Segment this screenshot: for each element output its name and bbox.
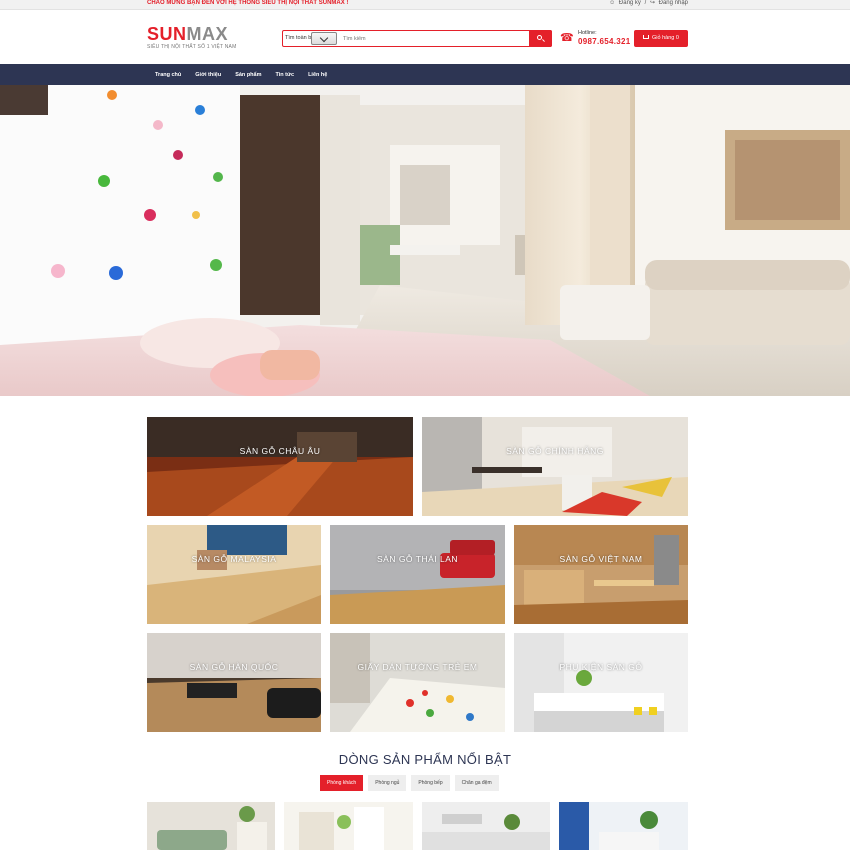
login-icon: ↪ xyxy=(649,0,655,6)
auth-links: ☺ Đăng ký / ↪ Đăng nhập xyxy=(607,0,688,7)
tab-bedding[interactable]: Chăn ga đệm xyxy=(454,775,499,791)
category-image-accessories xyxy=(514,633,688,732)
category-tile-accessories[interactable]: PHỤ KIỆN SÀN GỖ xyxy=(514,633,688,732)
phone-icon: ☎ xyxy=(560,32,574,44)
search-input[interactable] xyxy=(341,31,526,46)
tab-bedroom[interactable]: Phòng ngủ xyxy=(368,775,407,791)
category-tile-genuine[interactable]: SÀN GỖ CHÍNH HÃNG xyxy=(422,417,688,516)
featured-section-title: DÒNG SẢN PHẨM NỔI BẬT xyxy=(338,752,512,767)
category-label: SÀN GỖ VIỆT NAM xyxy=(559,554,643,564)
site-header: SUNMAX SIÊU THỊ NỘI THẤT SỐ 1 VIỆT NAM T… xyxy=(0,10,850,64)
product-card[interactable] xyxy=(422,802,550,850)
logo[interactable]: SUNMAX SIÊU THỊ NỘI THẤT SỐ 1 VIỆT NAM xyxy=(147,25,236,50)
category-label: GIẤY DÁN TƯỜNG TRẺ EM xyxy=(357,662,478,672)
category-tile-kids-wallpaper[interactable]: GIẤY DÁN TƯỜNG TRẺ EM xyxy=(330,633,505,732)
logo-tagline: SIÊU THỊ NỘI THẤT SỐ 1 VIỆT NAM xyxy=(147,44,237,50)
product-image xyxy=(422,802,550,850)
cart-icon xyxy=(643,35,650,39)
category-image-korea xyxy=(147,633,321,732)
category-label: SÀN GỖ HÀN QUỐC xyxy=(189,662,279,672)
category-image-european xyxy=(147,417,413,516)
product-card[interactable] xyxy=(284,802,413,850)
nav-item-contact[interactable]: Liên hệ xyxy=(308,72,327,78)
product-card[interactable] xyxy=(147,802,275,850)
category-tile-thailand[interactable]: SÀN GỖ THÁI LAN xyxy=(330,525,505,624)
product-image xyxy=(147,802,275,850)
category-image-thailand xyxy=(330,525,505,624)
hero-banner[interactable] xyxy=(0,85,850,396)
search-category-value: Tìm toàn bộ xyxy=(285,35,315,41)
search-icon xyxy=(537,35,542,40)
auth-separator: / xyxy=(644,0,647,6)
top-strip xyxy=(0,0,850,10)
category-image-kids-wallpaper xyxy=(330,633,505,732)
category-label: SÀN GỖ CHÂU ÂU xyxy=(239,446,321,456)
welcome-message: CHÀO MỪNG BẠN ĐẾN VỚI HỆ THỐNG SIÊU THỊ … xyxy=(147,0,349,6)
nav-item-home[interactable]: Trang chủ xyxy=(155,72,181,78)
product-card[interactable] xyxy=(559,802,688,850)
tab-kitchen[interactable]: Phòng bếp xyxy=(411,775,450,791)
search-bar: Tìm toàn bộ xyxy=(282,30,552,47)
category-label: SÀN GỖ MALAYSIA xyxy=(191,554,277,564)
nav-item-products[interactable]: Sản phẩm xyxy=(235,72,261,78)
search-button[interactable] xyxy=(529,30,552,47)
nav-item-about[interactable]: Giới thiệu xyxy=(195,72,221,78)
nav-item-news[interactable]: Tin tức xyxy=(276,72,295,78)
cart-label: Giỏ hàng 0 xyxy=(652,35,679,41)
hotline-number[interactable]: 0987.654.321 xyxy=(578,37,631,46)
category-tile-malaysia[interactable]: SÀN GỖ MALAYSIA xyxy=(147,525,321,624)
logo-sun: SUN xyxy=(147,24,187,44)
featured-tabs: Phòng khách Phòng ngủ Phòng bếp Chăn ga … xyxy=(320,775,504,791)
product-image xyxy=(559,802,688,850)
register-link[interactable]: Đăng ký xyxy=(619,0,641,6)
tab-living-room[interactable]: Phòng khách xyxy=(320,775,364,791)
cart-button[interactable]: Giỏ hàng 0 xyxy=(634,30,688,47)
category-label: SÀN GỖ THÁI LAN xyxy=(376,554,459,564)
category-image-vietnam xyxy=(514,525,688,624)
logo-max: MAX xyxy=(186,24,229,44)
user-icon: ☺ xyxy=(609,0,616,6)
category-label: SÀN GỖ CHÍNH HÃNG xyxy=(506,446,604,456)
category-image-genuine xyxy=(422,417,688,516)
main-nav: Trang chủ Giới thiệu Sản phẩm Tin tức Li… xyxy=(0,64,850,85)
category-label: PHỤ KIỆN SÀN GỖ xyxy=(559,662,643,672)
category-tile-european[interactable]: SÀN GỖ CHÂU ÂU xyxy=(147,417,413,516)
login-link[interactable]: Đăng nhập xyxy=(659,0,688,6)
category-tile-korea[interactable]: SÀN GỖ HÀN QUỐC xyxy=(147,633,321,732)
chevron-down-icon[interactable] xyxy=(311,32,337,45)
category-tile-vietnam[interactable]: SÀN GỖ VIỆT NAM xyxy=(514,525,688,624)
product-image xyxy=(284,802,413,850)
hotline-label: Hotline: xyxy=(578,30,597,36)
category-image-malaysia xyxy=(147,525,321,624)
